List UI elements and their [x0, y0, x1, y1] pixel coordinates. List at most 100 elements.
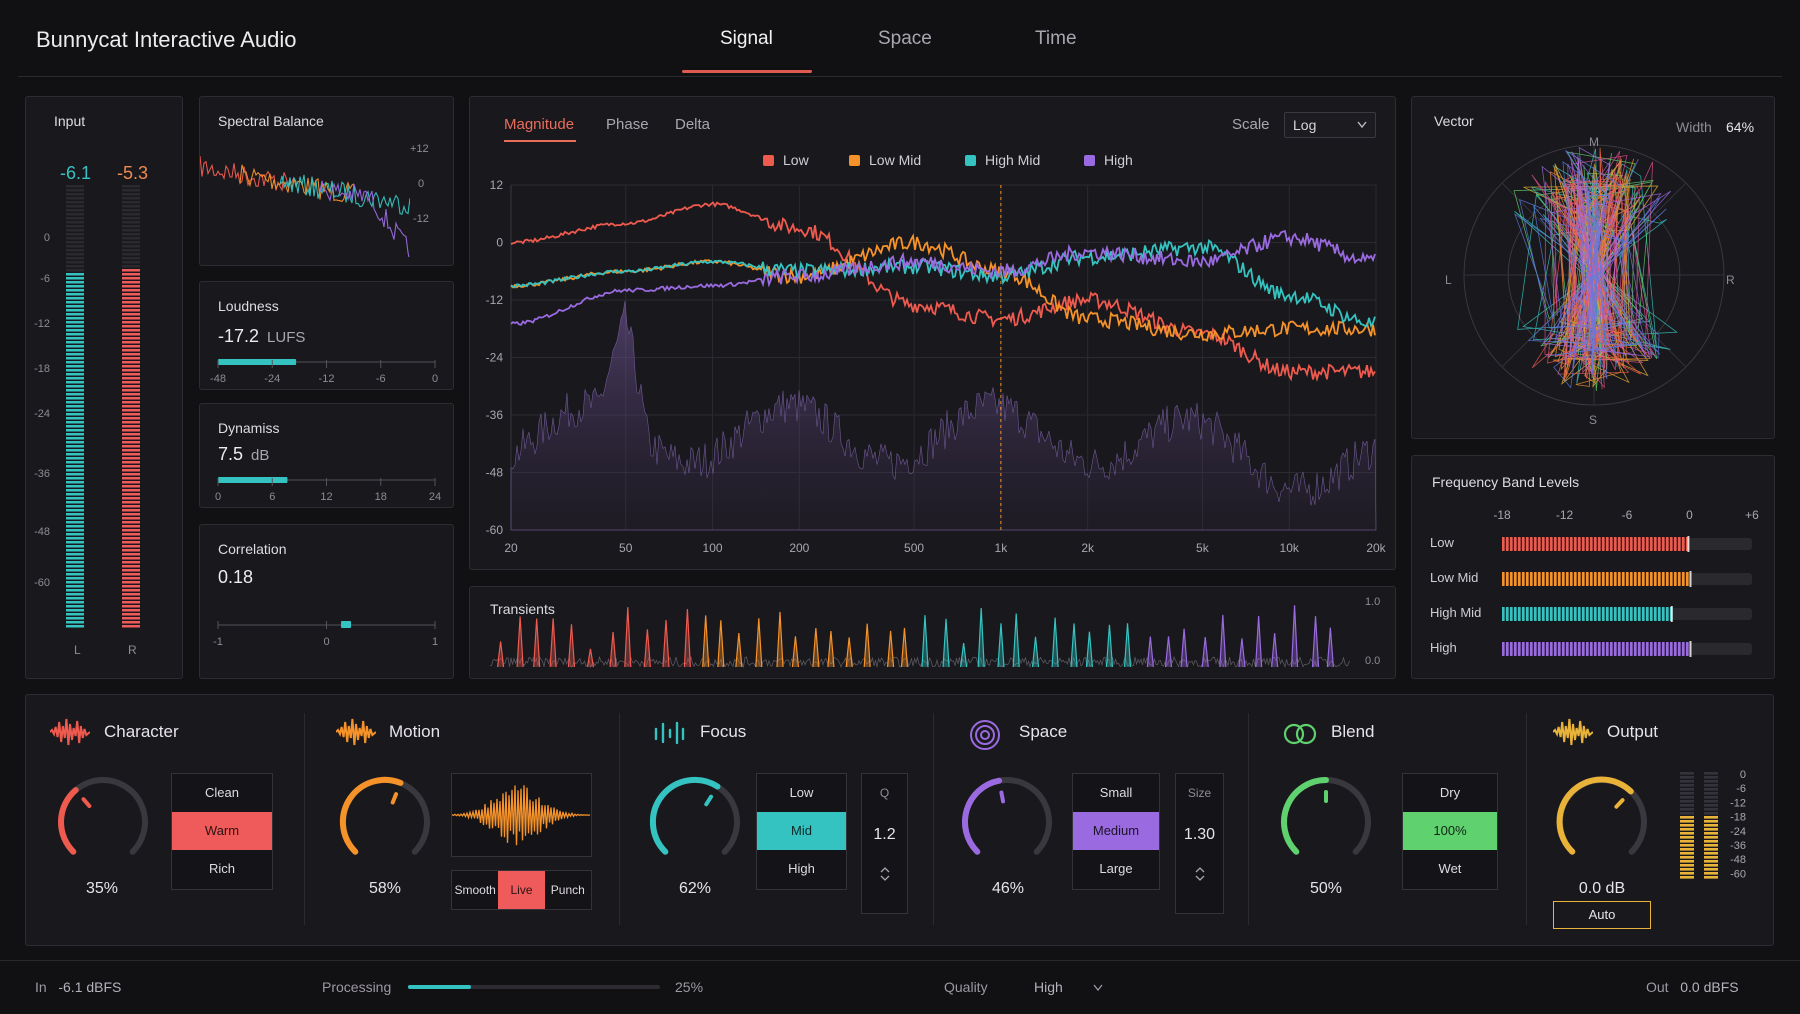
spectral-scale-0: 0 [418, 178, 425, 190]
up-down-icon[interactable] [1193, 866, 1207, 882]
input-right-segment [122, 481, 140, 484]
input-right-segment [122, 393, 140, 396]
loudness-fill [218, 359, 297, 365]
processing-fill [408, 985, 471, 989]
input-right-segment [122, 333, 140, 336]
input-left-segment [66, 525, 84, 528]
output-knob[interactable] [1547, 772, 1657, 882]
input-left-segment [66, 545, 84, 548]
character-option-rich[interactable]: Rich [172, 850, 272, 888]
quality-select[interactable]: High [1034, 979, 1103, 995]
motion-option-live[interactable]: Live [498, 871, 545, 909]
focus-option-mid[interactable]: Mid [757, 812, 846, 850]
legend-low-mid[interactable]: Low Mid [849, 152, 921, 168]
motion-option-smooth[interactable]: Smooth [452, 871, 498, 909]
size-stepper[interactable]: Size 1.30 [1175, 773, 1224, 914]
band-segment [1590, 642, 1593, 656]
q-stepper[interactable]: Q 1.2 [861, 773, 908, 914]
band-segment [1530, 642, 1533, 656]
band-segment [1646, 607, 1649, 621]
space-option-medium[interactable]: Medium [1073, 812, 1159, 850]
band-segment [1566, 642, 1569, 656]
up-down-icon[interactable] [878, 866, 892, 882]
knob-arc [649, 776, 721, 855]
output-meter-segment [1704, 816, 1718, 819]
input-right-segment [122, 233, 140, 236]
input-right-segment [122, 313, 140, 316]
motion-knob[interactable] [330, 772, 440, 882]
input-left-segment [66, 445, 84, 448]
input-right-segment [122, 429, 140, 432]
band-segment [1662, 572, 1665, 586]
output-meter-segment [1680, 848, 1694, 851]
tab-signal[interactable]: Signal [720, 28, 773, 50]
transient-spike [960, 643, 968, 668]
character-knob[interactable] [48, 772, 158, 882]
footer-in: In -6.1 dBFS [35, 979, 121, 995]
focus-options: Low Mid High [756, 773, 847, 890]
input-right-segment [122, 269, 140, 272]
space-option-small[interactable]: Small [1073, 774, 1159, 812]
scale-select[interactable]: Log [1284, 112, 1376, 138]
space-option-large[interactable]: Large [1073, 850, 1159, 888]
input-panel: Input -6.1 -5.3 0 -6 -12 -18 -24 -36 -48 -60 L … [25, 96, 183, 679]
band-segment [1578, 642, 1581, 656]
input-right-segment [122, 501, 140, 504]
band-segment [1506, 607, 1509, 621]
y-tick-label: -48 [486, 466, 504, 480]
subtab-magnitude[interactable]: Magnitude [504, 116, 574, 133]
output-meter-segment [1680, 824, 1694, 827]
input-scale-tick: -18 [34, 363, 50, 375]
transient-spike [1164, 636, 1173, 668]
magnitude-chart[interactable]: 12 0 -12 -24 -36 -48 -6020 50 100 200 500 1k 2k 5k 10k… [469, 170, 1396, 570]
transient-spike [516, 616, 524, 668]
vector-label-l: L [1445, 273, 1452, 287]
x-tick-label: 200 [789, 541, 809, 555]
input-right-segment [122, 569, 140, 572]
band-segment [1586, 537, 1589, 551]
transient-spike [624, 607, 632, 668]
focus-knob[interactable] [640, 772, 750, 882]
focus-option-low[interactable]: Low [757, 774, 846, 812]
character-option-warm[interactable]: Warm [172, 812, 272, 850]
input-right-segment [122, 337, 140, 340]
subtab-delta[interactable]: Delta [675, 116, 710, 133]
input-left-segment [66, 193, 84, 196]
band-segment [1562, 572, 1565, 586]
auto-button[interactable]: Auto [1553, 901, 1651, 929]
character-option-clean[interactable]: Clean [172, 774, 272, 812]
band-segment [1638, 642, 1641, 656]
tab-time[interactable]: Time [1035, 28, 1077, 50]
band-segment [1614, 537, 1617, 551]
tab-space[interactable]: Space [878, 28, 932, 50]
legend-high-mid[interactable]: High Mid [965, 152, 1040, 168]
y-tick-label: -60 [486, 523, 504, 537]
input-left-segment [66, 201, 84, 204]
input-right-segment [122, 401, 140, 404]
legend-high[interactable]: High [1084, 152, 1133, 168]
blend-knob[interactable] [1271, 772, 1381, 882]
band-peak [1689, 641, 1692, 657]
dynamics-meter: 0 6 12 18 24 [215, 477, 441, 503]
input-right-segment [122, 613, 140, 616]
input-left-segment [66, 373, 84, 376]
blend-option-wet[interactable]: Wet [1403, 850, 1497, 888]
character-value: 35% [85, 880, 119, 897]
input-right-segment [122, 405, 140, 408]
input-left-segment [66, 305, 84, 308]
waveform-icon [1553, 718, 1593, 746]
blend-option-100[interactable]: 100% [1403, 812, 1497, 850]
focus-option-high[interactable]: High [757, 850, 846, 888]
motion-option-punch[interactable]: Punch [545, 871, 591, 909]
subtab-phase[interactable]: Phase [606, 116, 649, 133]
input-right-segment [122, 277, 140, 280]
input-left-segment [66, 357, 84, 360]
input-left-segment [66, 609, 84, 612]
input-right-segment [122, 425, 140, 428]
input-right-segment [122, 317, 140, 320]
blend-option-dry[interactable]: Dry [1403, 774, 1497, 812]
band-segment [1634, 607, 1637, 621]
processing-value: 25% [675, 979, 704, 995]
legend-low[interactable]: Low [763, 152, 809, 168]
space-knob[interactable] [952, 772, 1062, 882]
